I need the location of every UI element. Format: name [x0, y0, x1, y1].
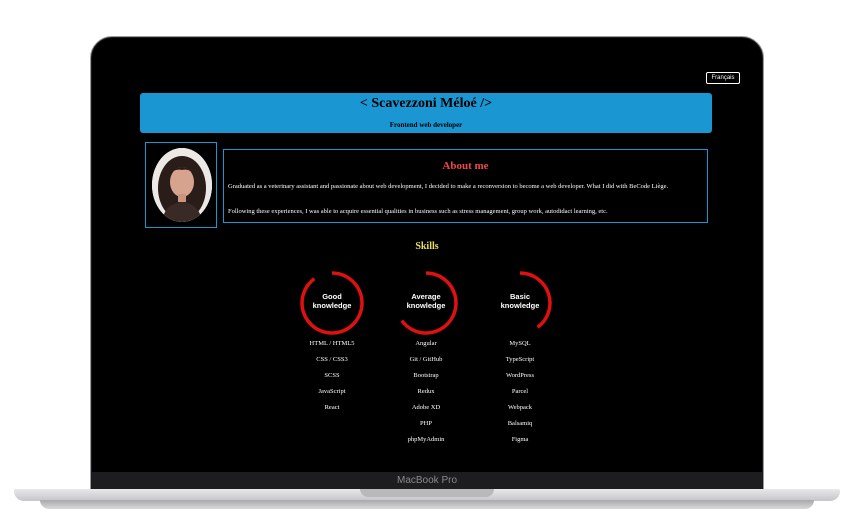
skill-list: MySQL TypeScript WordPress Parcel Webpac…	[487, 340, 553, 452]
skill-item: Figma	[511, 436, 529, 443]
skill-list: HTML / HTML5 CSS / CSS3 SCSS JavaScript …	[299, 340, 365, 420]
skill-item: phpMyAdmin	[407, 436, 445, 443]
skills-title: Skills	[415, 241, 439, 252]
browser-screen: Français < Scavezzoni Méloé /> Frontend …	[92, 38, 762, 472]
skill-list: Angular Git / GitHub Bootstrap Redux Ado…	[393, 340, 459, 452]
skill-item: WordPress	[505, 372, 534, 379]
skill-level-label: Good knowledge	[312, 292, 352, 310]
header-banner: < Scavezzoni Méloé /> Frontend web devel…	[140, 93, 712, 133]
skill-item: Adobe XD	[411, 404, 441, 411]
page-subtitle: Frontend web developer	[389, 121, 463, 129]
skill-item: CSS / CSS3	[316, 356, 348, 363]
laptop-base-bottom	[40, 500, 814, 509]
skill-item: TypeScript	[505, 356, 535, 363]
about-title: About me	[442, 160, 489, 172]
skill-item: Parcel	[511, 388, 529, 395]
skill-item: PHP	[420, 420, 432, 427]
about-section: About me Graduated as a veterinary assis…	[223, 149, 708, 223]
skill-item: MySQL	[509, 340, 531, 347]
skill-item: Redux	[417, 388, 435, 395]
profile-photo	[152, 148, 212, 222]
about-paragraph: Graduated as a veterinary assistant and …	[228, 183, 669, 190]
skill-item: Angular	[415, 340, 437, 347]
about-paragraph: Following these experiences, I was able …	[228, 208, 608, 215]
skill-level-label: Average knowledge	[406, 292, 446, 310]
skill-item: SCSS	[324, 372, 340, 379]
laptop-notch	[360, 489, 494, 497]
skill-item: JavaScript	[318, 388, 346, 395]
skill-item: Git / GitHub	[409, 356, 443, 363]
skill-item: Bootstrap	[413, 372, 439, 379]
language-toggle-button[interactable]: Français	[706, 72, 740, 84]
skill-item: Webpack	[507, 404, 533, 411]
page-title: < Scavezzoni Méloé />	[359, 96, 493, 111]
profile-photo-frame	[145, 142, 217, 228]
skill-item: Balsamiq	[507, 420, 533, 427]
skill-item: React	[324, 404, 340, 411]
device-label: MacBook Pro	[92, 472, 762, 490]
skill-item: HTML / HTML5	[309, 340, 355, 347]
skill-level-label: Basic knowledge	[500, 292, 540, 310]
